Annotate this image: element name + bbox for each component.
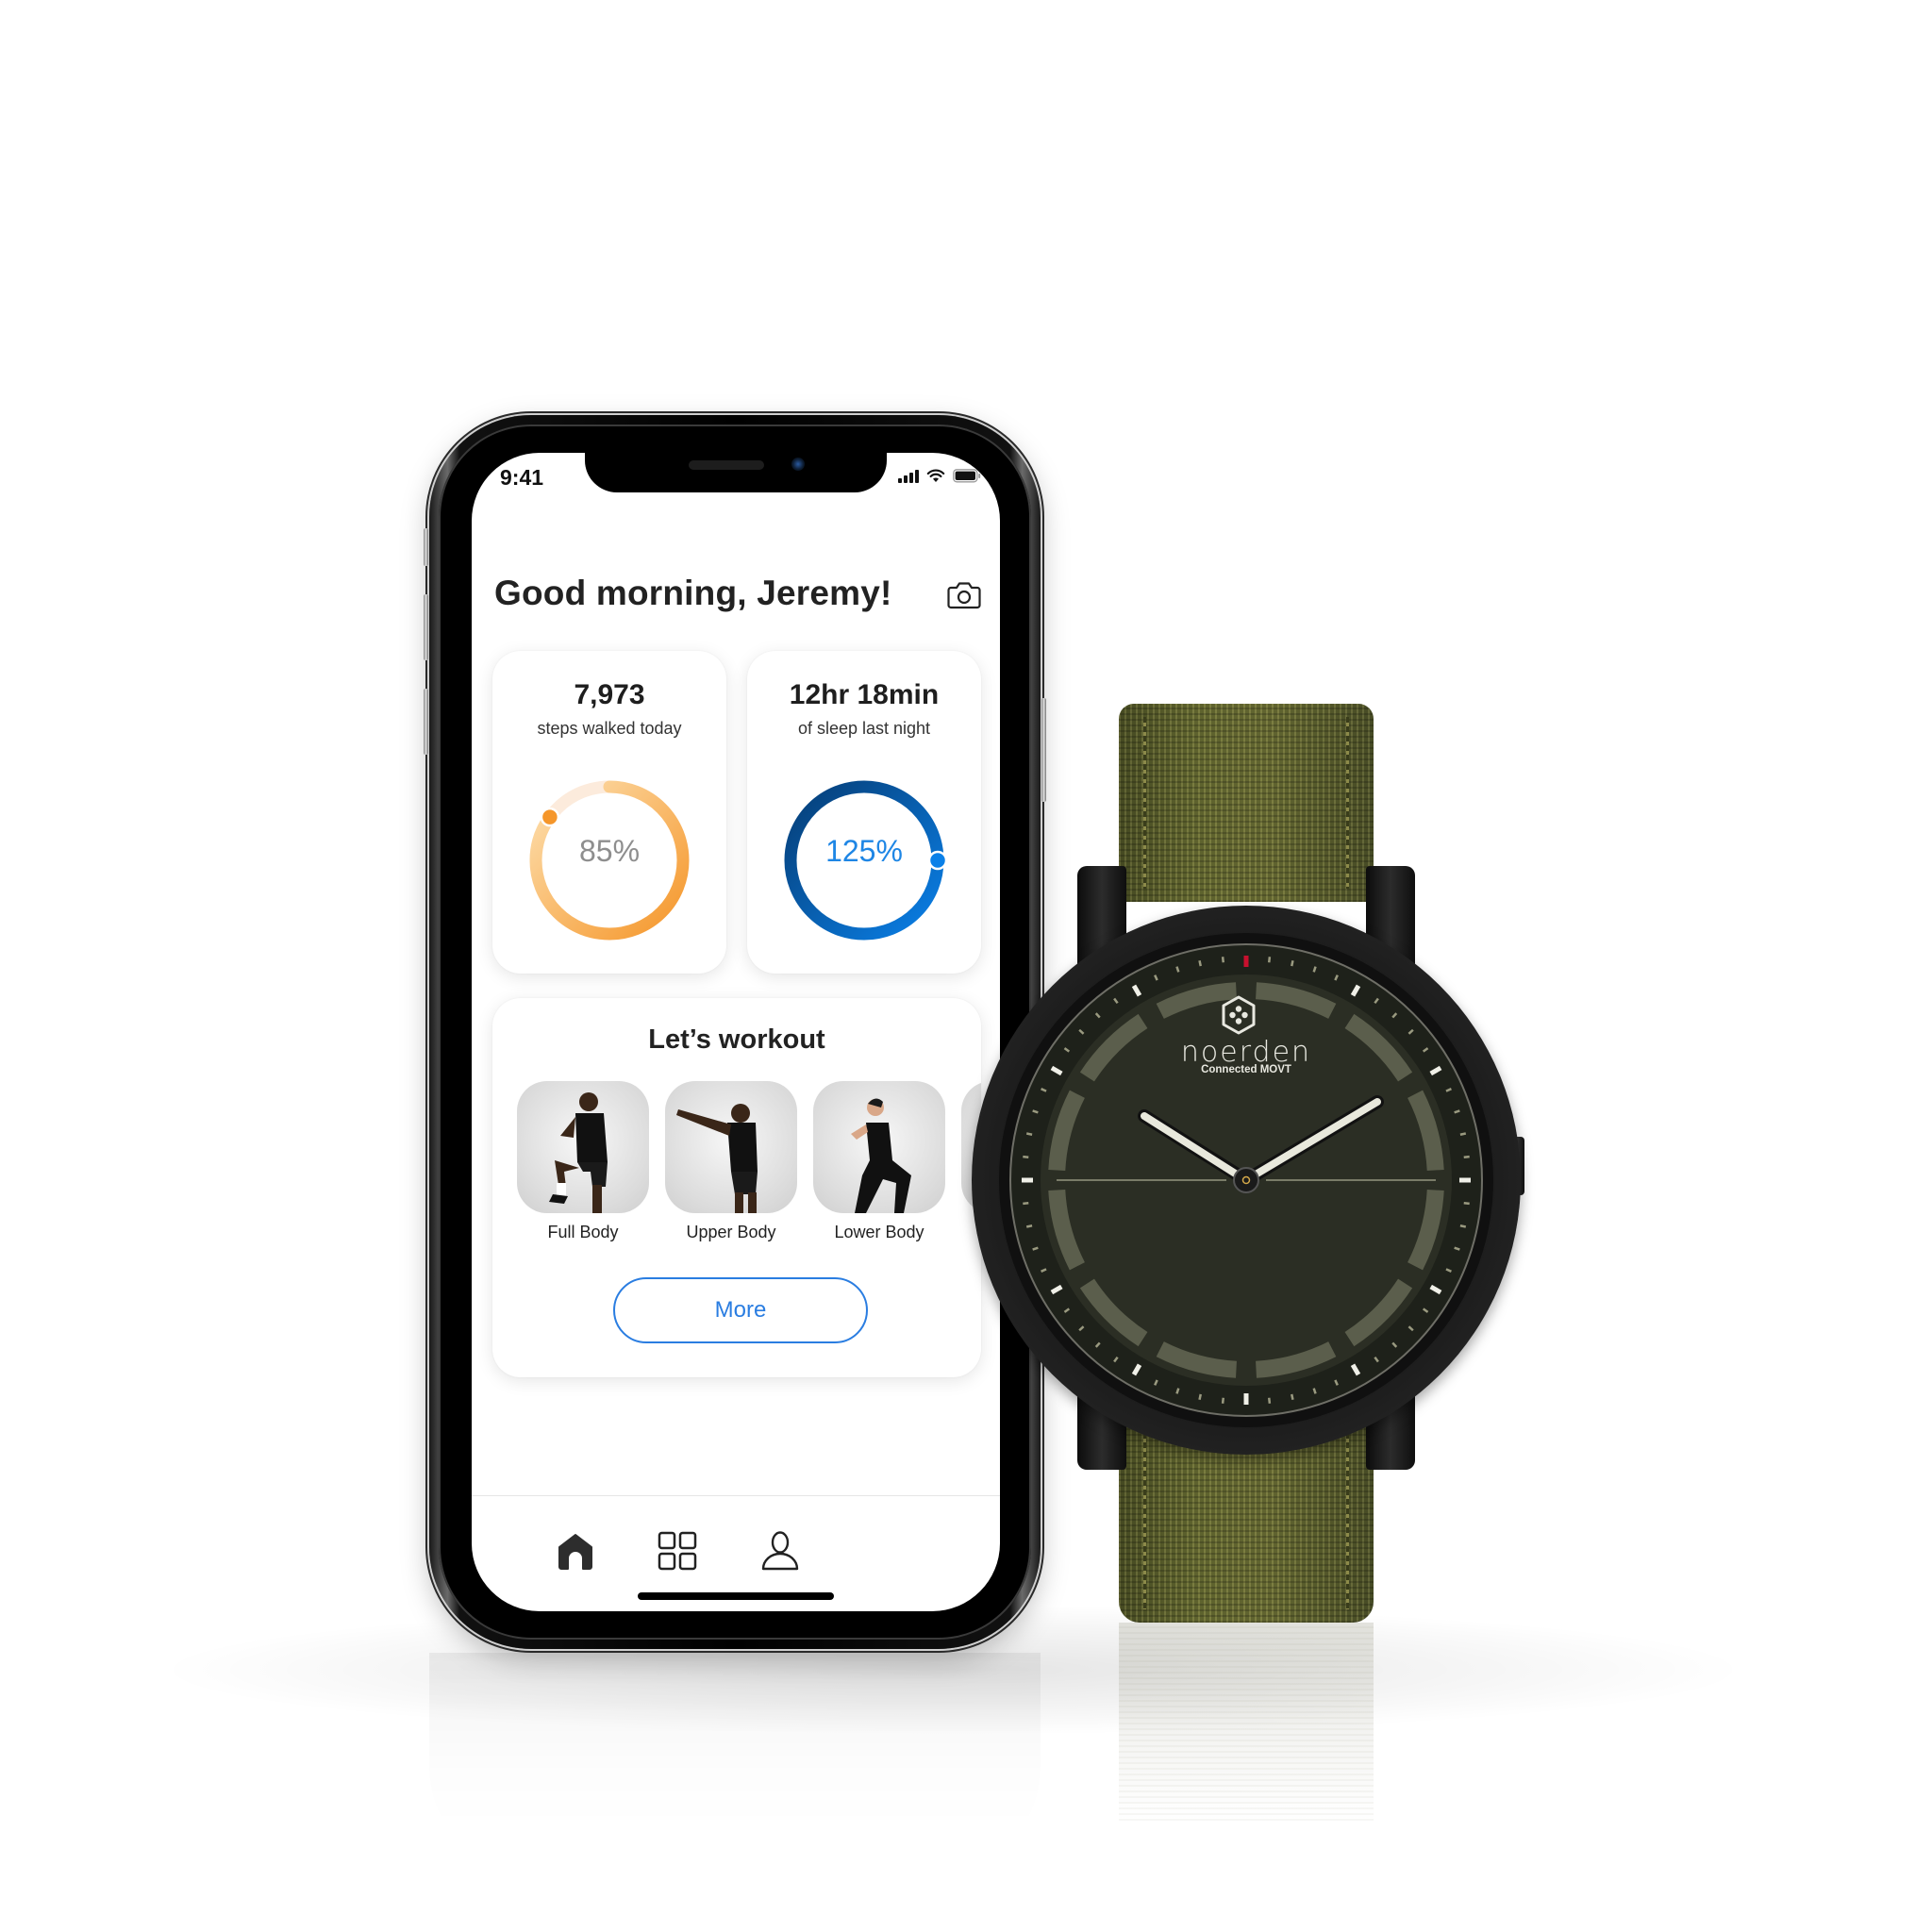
sleep-label: of sleep last night [797, 719, 931, 738]
workout-thumbnail [665, 1081, 797, 1213]
workout-thumbnail [517, 1081, 649, 1213]
phone-volume-down-button [424, 689, 428, 755]
more-workouts-button[interactable]: More [613, 1277, 868, 1343]
tab-grid[interactable] [654, 1528, 701, 1574]
earpiece-speaker [689, 460, 764, 470]
minute-tick [1175, 966, 1180, 973]
battery-icon [953, 469, 981, 483]
steps-progress-ring: 85% [525, 775, 694, 945]
athlete-squat-image [851, 1098, 911, 1213]
minute-tick [1291, 1393, 1294, 1401]
minute-tick [1221, 957, 1224, 963]
hand-pivot [1233, 1167, 1259, 1193]
strap-reflection [1119, 1623, 1374, 1821]
watch-brand-subtitle: Connected MOVT [1201, 1064, 1291, 1075]
camera-icon [947, 582, 981, 609]
minute-tick [1032, 1109, 1039, 1114]
tab-bar-divider [472, 1495, 1000, 1496]
steps-label: steps walked today [537, 719, 682, 738]
minute-tick [1463, 1155, 1470, 1158]
smartphone: 9:41 Good morning, Jeremy! 7,973 steps w… [424, 415, 1046, 1649]
workout-thumbnail [813, 1081, 945, 1213]
workout-card: Let’s workout Full Body Upper Body Lower… [492, 998, 981, 1377]
workout-label: Full Body [547, 1223, 619, 1241]
workout-item-full-body[interactable]: Full Body [517, 1081, 649, 1242]
minute-tick [1454, 1109, 1460, 1114]
strap-stitching [1346, 717, 1349, 889]
workout-label: Lower Body [834, 1223, 924, 1241]
minute-tick [1268, 1397, 1272, 1404]
sleep-progress-ring: 125% [779, 775, 949, 945]
minute-tick [1032, 1246, 1039, 1251]
minute-tick [1023, 1155, 1029, 1158]
minute-tick [1312, 966, 1317, 973]
strap-stitching [1346, 1433, 1349, 1609]
strap-stitching [1143, 1433, 1146, 1609]
phone-silent-switch [424, 528, 428, 566]
steps-percent: 85% [578, 834, 641, 868]
minute-tick [1459, 1224, 1467, 1228]
athlete-punch-image [676, 1104, 758, 1213]
greeting-title: Good morning, Jeremy! [494, 574, 892, 612]
sleep-card[interactable]: 12hr 18min of sleep last night 125% [747, 651, 981, 974]
minute-tick [1221, 1397, 1224, 1404]
user-icon [761, 1531, 799, 1571]
sleep-value: 12hr 18min [789, 679, 940, 710]
phone-screen: 9:41 Good morning, Jeremy! 7,973 steps w… [472, 453, 1000, 1611]
status-icons [898, 469, 981, 483]
minute-tick [1175, 1388, 1180, 1394]
wifi-icon [926, 469, 945, 483]
home-indicator[interactable] [638, 1592, 834, 1600]
minute-tick [1291, 959, 1294, 967]
minute-tick [1454, 1246, 1460, 1251]
minute-tick [1198, 1393, 1202, 1401]
grid-icon [658, 1531, 697, 1571]
status-time: 9:41 [500, 465, 544, 490]
tab-profile[interactable] [757, 1528, 804, 1574]
sleep-percent: 125% [825, 834, 903, 868]
camera-button[interactable] [947, 581, 981, 609]
minute-tick [1459, 1132, 1467, 1136]
minute-tick [1023, 1202, 1029, 1206]
workout-label: Upper Body [686, 1223, 776, 1241]
steps-value: 7,973 [574, 679, 645, 710]
minute-tick [1025, 1132, 1033, 1136]
workout-item-lower-body[interactable]: Lower Body [813, 1081, 945, 1242]
front-camera [791, 458, 805, 471]
minute-tick [1198, 959, 1202, 967]
minute-tick [1312, 1388, 1317, 1394]
phone-reflection [429, 1653, 1041, 1879]
phone-volume-up-button [424, 594, 428, 660]
workout-carousel[interactable]: Full Body Upper Body Lower Body [517, 1081, 981, 1260]
athlete-high-knee-image [549, 1092, 608, 1213]
steps-card[interactable]: 7,973 steps walked today 85% [492, 651, 726, 974]
watch-dial [999, 933, 1493, 1427]
tab-home[interactable] [552, 1528, 599, 1574]
ring-progress-knob [540, 807, 560, 827]
minute-tick [1025, 1224, 1033, 1228]
minute-tick [1268, 957, 1272, 963]
strap-stitching [1143, 717, 1146, 889]
workout-title: Let’s workout [648, 1024, 825, 1055]
workout-item-upper-body[interactable]: Upper Body [665, 1081, 797, 1242]
watch-strap-top [1119, 704, 1374, 902]
cellular-signal-icon [898, 469, 919, 483]
minute-tick [1463, 1202, 1470, 1206]
phone-power-button [1041, 698, 1046, 802]
brand-logo-icon [1222, 995, 1256, 1035]
home-icon [558, 1534, 592, 1570]
phone-notch [585, 453, 887, 492]
